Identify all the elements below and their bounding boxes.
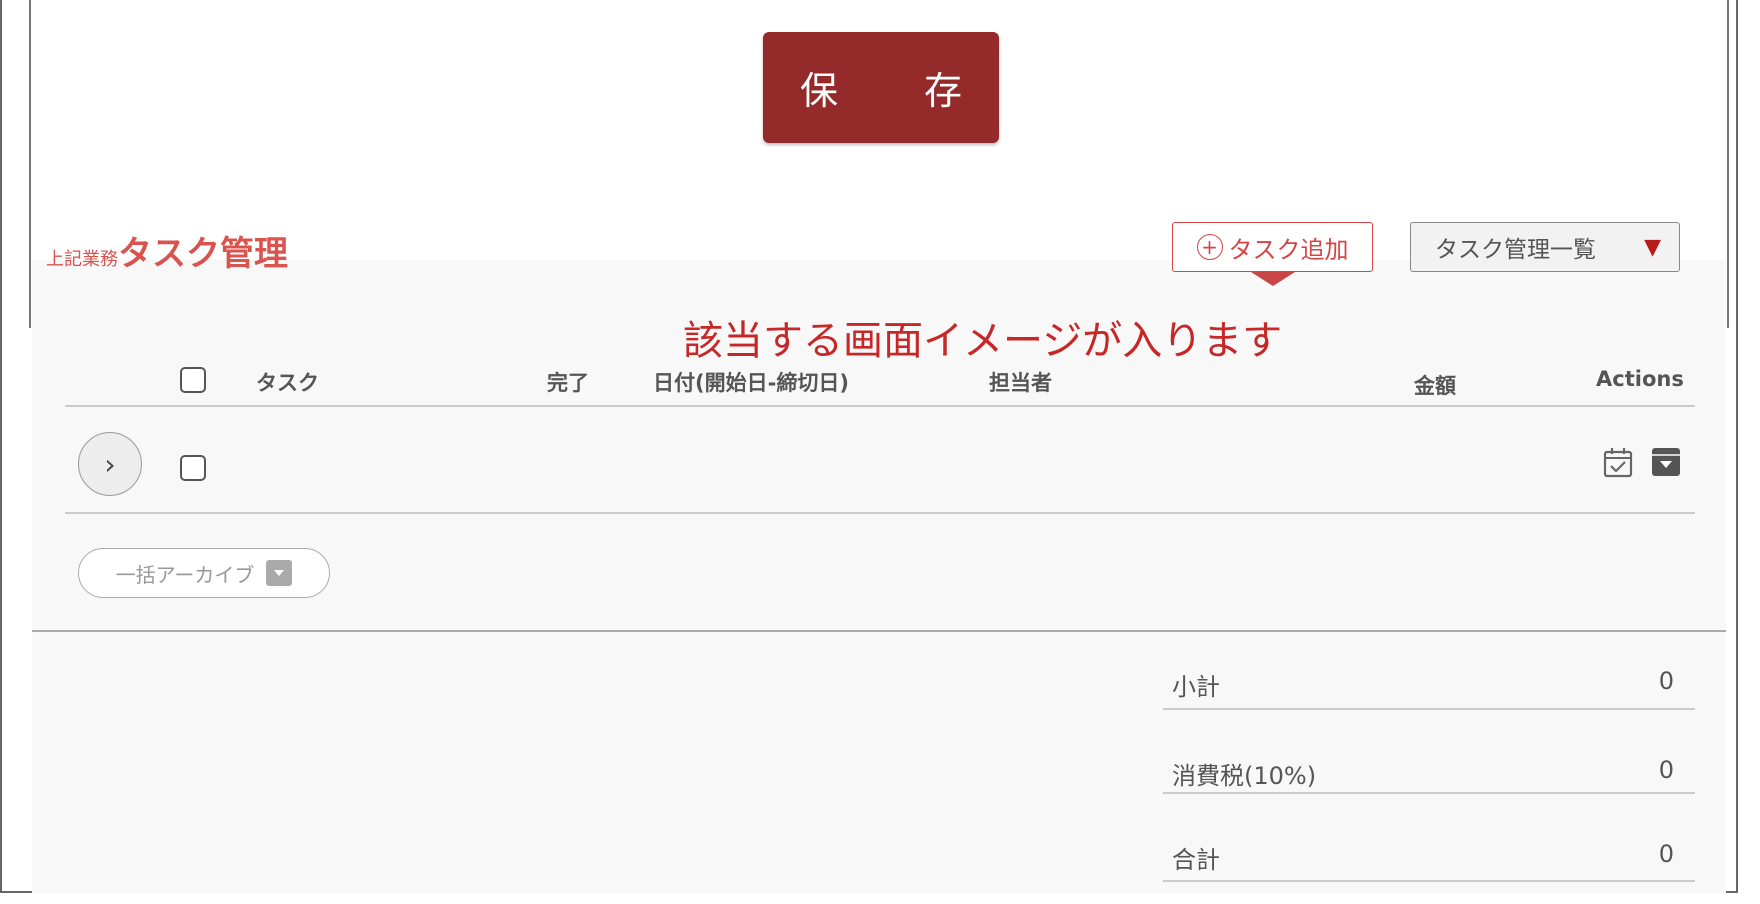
bulk-archive-label: 一括アーカイブ [115, 562, 255, 587]
row-checkbox[interactable] [180, 455, 206, 481]
total-divider [1163, 880, 1695, 882]
section-title: 上記業務タスク管理 [46, 226, 288, 275]
caret-down-icon [1251, 272, 1295, 286]
column-header-actions: Actions [1596, 367, 1684, 391]
tax-value: 0 [1658, 756, 1674, 784]
frame-left-border [29, 0, 31, 328]
section-title-prefix: 上記業務 [46, 249, 118, 270]
tax-divider [1163, 792, 1695, 794]
task-list-dropdown[interactable]: タスク管理一覧 ▼ [1410, 222, 1680, 272]
subtotal-divider [1163, 708, 1695, 710]
column-header-task: タスク [256, 371, 319, 395]
subtotal-label: 小計 [1172, 673, 1220, 701]
archive-icon[interactable] [1650, 446, 1682, 478]
column-header-assignee: 担当者 [989, 371, 1052, 395]
add-task-button[interactable]: + タスク追加 [1172, 222, 1373, 272]
table-header-divider [65, 405, 1695, 407]
placeholder-note: 該当する画面イメージが入ります [683, 318, 1283, 364]
total-value: 0 [1658, 840, 1674, 868]
column-header-amount: 金額 [1414, 374, 1456, 398]
bulk-archive-button[interactable]: 一括アーカイブ [78, 548, 330, 598]
save-button[interactable]: 保 存 [763, 32, 999, 143]
table-row-divider [65, 512, 1695, 514]
chevron-right-icon: › [104, 447, 116, 481]
tax-label: 消費税(10%) [1172, 762, 1317, 790]
panel-divider [32, 630, 1726, 632]
column-header-date: 日付(開始日-締切日) [653, 371, 849, 395]
select-all-checkbox[interactable] [180, 367, 206, 393]
archive-icon [266, 560, 293, 586]
expand-row-button[interactable]: › [78, 432, 142, 496]
add-task-label: タスク追加 [1228, 235, 1349, 264]
section-title-main: タスク管理 [118, 234, 288, 274]
total-label: 合計 [1172, 846, 1220, 874]
column-header-complete: 完了 [547, 371, 589, 395]
plus-circle-icon: + [1196, 234, 1223, 260]
calendar-check-icon[interactable] [1602, 446, 1634, 478]
dropdown-arrow-icon: ▼ [1644, 234, 1661, 260]
frame-right-border [1727, 0, 1729, 328]
task-list-dropdown-label: タスク管理一覧 [1435, 237, 1596, 263]
subtotal-value: 0 [1658, 667, 1674, 695]
